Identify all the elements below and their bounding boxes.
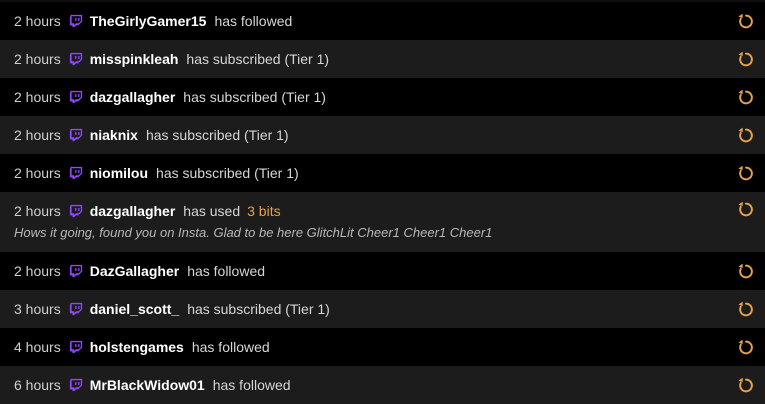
event-action: has followed xyxy=(187,263,266,279)
event-action: has followed xyxy=(214,13,293,29)
event-row: 2 hours DazGallagher has followed xyxy=(0,252,765,290)
event-line: 3 hours daniel_scott_ has subscribed (Ti… xyxy=(14,299,330,319)
event-time: 2 hours xyxy=(14,13,61,29)
twitch-icon xyxy=(69,14,82,28)
event-action: has used xyxy=(183,203,241,219)
event-line: 6 hours MrBlackWidow01 has followed xyxy=(14,375,291,395)
event-time: 2 hours xyxy=(14,127,61,143)
event-row: 6 hours MrBlackWidow01 has followed xyxy=(0,366,765,404)
event-action: has subscribed (Tier 1) xyxy=(156,165,299,181)
event-username[interactable]: TheGirlyGamer15 xyxy=(90,13,207,29)
replay-icon[interactable] xyxy=(737,50,755,68)
event-line: 2 hours TheGirlyGamer15 has followed xyxy=(14,11,292,31)
twitch-icon xyxy=(69,52,82,66)
event-line: 4 hours holstengames has followed xyxy=(14,337,270,357)
event-line: 2 hours DazGallagher has followed xyxy=(14,261,265,281)
event-time: 2 hours xyxy=(14,51,61,67)
event-line: 2 hours misspinkleah has subscribed (Tie… xyxy=(14,49,329,69)
event-line: 2 hours niaknix has subscribed (Tier 1) xyxy=(14,125,289,145)
event-time: 2 hours xyxy=(14,203,61,219)
event-username[interactable]: niomilou xyxy=(90,165,148,181)
event-action: has subscribed (Tier 1) xyxy=(186,51,330,67)
event-row: 3 hours daniel_scott_ has subscribed (Ti… xyxy=(0,290,765,328)
replay-icon[interactable] xyxy=(737,338,755,356)
twitch-icon xyxy=(69,166,82,180)
replay-icon[interactable] xyxy=(737,200,755,218)
event-username[interactable]: DazGallagher xyxy=(90,263,179,279)
event-username[interactable]: MrBlackWidow01 xyxy=(90,377,205,393)
event-time: 2 hours xyxy=(14,263,61,279)
twitch-icon xyxy=(69,302,82,316)
replay-icon[interactable] xyxy=(737,88,755,106)
event-line: 2 hours dazgallagher has subscribed (Tie… xyxy=(14,87,326,107)
event-action: has subscribed (Tier 1) xyxy=(145,127,289,143)
event-line: 2 hours niomilou has subscribed (Tier 1) xyxy=(14,163,299,183)
cheer-message: Hows it going, found you on Insta. Glad … xyxy=(14,225,493,240)
replay-icon[interactable] xyxy=(737,12,755,30)
event-username[interactable]: misspinkleah xyxy=(90,51,179,67)
event-row: 4 hours holstengames has followed xyxy=(0,328,765,366)
event-username[interactable]: holstengames xyxy=(90,339,184,355)
event-username[interactable]: daniel_scott_ xyxy=(90,301,179,317)
twitch-icon xyxy=(69,378,82,392)
bits-amount: 3 bits xyxy=(247,203,281,219)
event-row: 2 hours niomilou has subscribed (Tier 1) xyxy=(0,154,765,192)
event-time: 4 hours xyxy=(14,339,61,355)
event-username[interactable]: dazgallagher xyxy=(90,89,176,105)
event-line: 2 hours dazgallagher has used 3 bits xyxy=(14,201,755,221)
event-time: 2 hours xyxy=(14,165,61,181)
event-action: has subscribed (Tier 1) xyxy=(187,301,330,317)
event-time: 3 hours xyxy=(14,301,61,317)
event-row: 2 hours niaknix has subscribed (Tier 1) xyxy=(0,116,765,154)
event-row: 2 hours dazgallagher has subscribed (Tie… xyxy=(0,78,765,116)
replay-icon[interactable] xyxy=(737,164,755,182)
twitch-icon xyxy=(69,264,82,278)
twitch-icon xyxy=(69,90,82,104)
replay-icon[interactable] xyxy=(737,262,755,280)
event-time: 2 hours xyxy=(14,89,61,105)
event-username[interactable]: dazgallagher xyxy=(90,203,176,219)
event-username[interactable]: niaknix xyxy=(90,127,138,143)
replay-icon[interactable] xyxy=(737,376,755,394)
event-action: has followed xyxy=(191,339,270,355)
event-row: 2 hours TheGirlyGamer15 has followed xyxy=(0,2,765,40)
event-time: 6 hours xyxy=(14,377,61,393)
replay-icon[interactable] xyxy=(737,126,755,144)
twitch-icon xyxy=(69,128,82,142)
event-row: 2 hours misspinkleah has subscribed (Tie… xyxy=(0,40,765,78)
twitch-icon xyxy=(69,204,82,218)
event-row: 2 hours dazgallagher has used 3 bits How… xyxy=(0,192,765,252)
twitch-icon xyxy=(69,340,82,354)
replay-icon[interactable] xyxy=(737,300,755,318)
event-action: has subscribed (Tier 1) xyxy=(183,89,326,105)
event-action: has followed xyxy=(212,377,291,393)
event-feed: 2 hours TheGirlyGamer15 has followed 2 h… xyxy=(0,2,765,404)
